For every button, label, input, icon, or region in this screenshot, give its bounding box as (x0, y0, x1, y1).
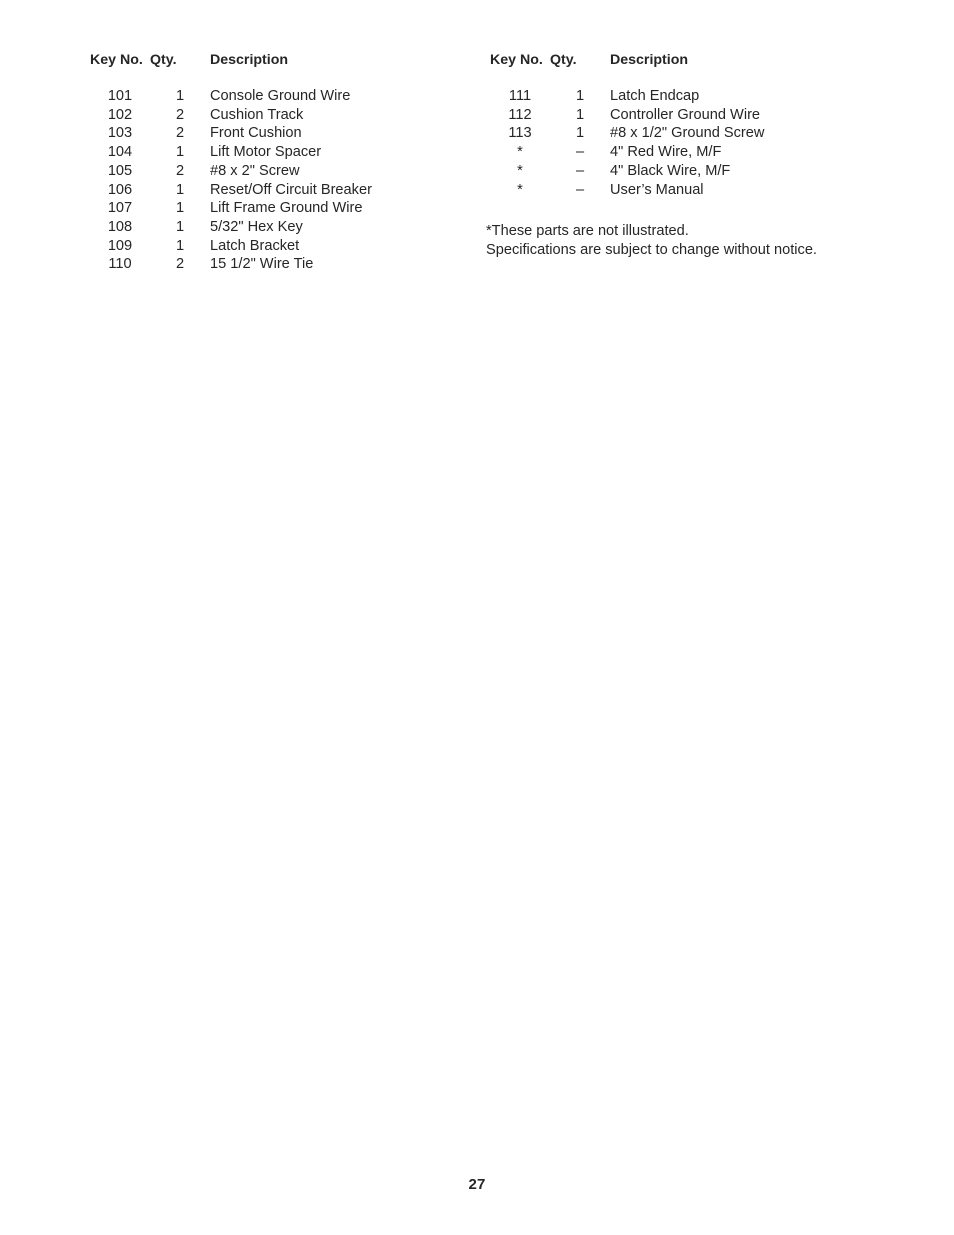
cell-description: 4" Black Wire, M/F (610, 162, 731, 179)
table-row: 107 1 Lift Frame Ground Wire (90, 199, 372, 218)
column-header-key-no: Key No. (490, 52, 543, 68)
parts-table-header-left: Key No. Qty. Description (90, 52, 372, 87)
cell-description: Latch Endcap (610, 88, 700, 104)
cell-key-no: 111 (508, 88, 532, 104)
parts-table-right: Key No. Qty. Description 111 1 Latch End… (490, 52, 764, 199)
cell-description: Console Ground Wire (210, 88, 351, 104)
cell-key-no-marker: * (517, 162, 523, 179)
table-row: 113 1 #8 x 1/2" Ground Screw (490, 124, 764, 143)
cell-qty: – (575, 181, 585, 198)
column-header-key-no: Key No. (90, 52, 143, 68)
column-header-description: Description (610, 52, 689, 68)
cell-description: Controller Ground Wire (610, 106, 761, 123)
cell-qty: 1 (575, 106, 585, 123)
cell-key-no: 107 (107, 200, 133, 217)
column-header-description: Description (210, 52, 289, 68)
table-row: 106 1 Reset/Off Circuit Breaker (90, 181, 372, 200)
footnote-not-illustrated: *These parts are not illustrated. (486, 223, 689, 239)
footnote-specifications-notice: Specifications are subject to change wit… (486, 241, 817, 258)
cell-qty: 1 (175, 200, 185, 217)
cell-qty: – (575, 144, 585, 161)
column-header-qty: Qty. (150, 52, 177, 68)
cell-qty: 1 (575, 88, 585, 104)
cell-qty: 2 (175, 106, 185, 123)
table-row: * – 4" Black Wire, M/F (490, 162, 764, 181)
cell-key-no: 104 (107, 144, 133, 161)
parts-table-body-left: 101 1 Console Ground Wire 102 2 Cushion … (90, 87, 372, 274)
cell-qty: 2 (175, 125, 185, 142)
footnotes-block: *These parts are not illustrated. Specif… (486, 222, 817, 259)
table-row: 112 1 Controller Ground Wire (490, 106, 764, 125)
cell-description: #8 x 2" Screw (210, 162, 300, 179)
cell-qty: – (575, 162, 585, 179)
cell-description: 15 1/2" Wire Tie (210, 256, 314, 273)
table-row: 104 1 Lift Motor Spacer (90, 143, 372, 162)
parts-table-body-right: 111 1 Latch Endcap 112 1 Controller Grou… (490, 87, 764, 199)
parts-table-header-right: Key No. Qty. Description (490, 52, 764, 87)
cell-qty: 1 (575, 125, 585, 142)
parts-list-column-left: Key No. Qty. Description 101 1 Console G… (90, 52, 372, 274)
table-row: 103 2 Front Cushion (90, 124, 372, 143)
table-header-row: Key No. Qty. Description (490, 52, 764, 87)
cell-description: Lift Motor Spacer (210, 144, 322, 161)
cell-key-no: 110 (108, 256, 132, 273)
cell-description: User’s Manual (610, 181, 704, 198)
parts-list-column-right: Key No. Qty. Description 111 1 Latch End… (490, 52, 764, 199)
parts-table-left: Key No. Qty. Description 101 1 Console G… (90, 52, 372, 274)
cell-description: Lift Frame Ground Wire (210, 200, 363, 217)
table-row: * – 4" Red Wire, M/F (490, 143, 764, 162)
cell-qty: 1 (175, 237, 185, 254)
manual-page: Key No. Qty. Description 101 1 Console G… (0, 0, 954, 1235)
cell-key-no: 102 (107, 106, 133, 123)
cell-description: #8 x 1/2" Ground Screw (610, 125, 765, 142)
page-number: 27 (468, 1176, 486, 1193)
cell-description: Latch Bracket (210, 237, 300, 254)
table-row: 110 2 15 1/2" Wire Tie (90, 255, 372, 274)
cell-key-no: 101 (107, 88, 133, 104)
table-row: 111 1 Latch Endcap (490, 87, 764, 106)
table-header-row: Key No. Qty. Description (90, 52, 372, 87)
cell-qty: 1 (175, 181, 185, 198)
cell-description: 5/32" Hex Key (210, 218, 303, 235)
cell-key-no: 103 (107, 125, 133, 142)
cell-description: 4" Red Wire, M/F (610, 144, 722, 161)
table-row: 108 1 5/32" Hex Key (90, 218, 372, 237)
table-row: 101 1 Console Ground Wire (90, 87, 372, 106)
cell-qty: 1 (175, 218, 185, 235)
cell-description: Cushion Track (210, 106, 304, 123)
cell-description: Front Cushion (210, 125, 302, 142)
table-row: 105 2 #8 x 2" Screw (90, 162, 372, 181)
cell-key-no: 108 (107, 218, 133, 235)
cell-key-no-marker: * (517, 181, 523, 198)
cell-key-no-marker: * (517, 144, 523, 161)
cell-key-no: 112 (508, 106, 532, 123)
cell-qty: 1 (175, 88, 185, 104)
column-header-qty: Qty. (550, 52, 577, 68)
cell-key-no: 113 (508, 125, 532, 142)
cell-description: Reset/Off Circuit Breaker (210, 181, 372, 198)
cell-key-no: 106 (107, 181, 133, 198)
table-row: * – User’s Manual (490, 181, 764, 200)
cell-qty: 2 (175, 256, 185, 273)
table-row: 109 1 Latch Bracket (90, 237, 372, 256)
cell-qty: 2 (175, 162, 185, 179)
cell-key-no: 109 (107, 237, 133, 254)
cell-key-no: 105 (107, 162, 133, 179)
table-row: 102 2 Cushion Track (90, 106, 372, 125)
cell-qty: 1 (175, 144, 185, 161)
